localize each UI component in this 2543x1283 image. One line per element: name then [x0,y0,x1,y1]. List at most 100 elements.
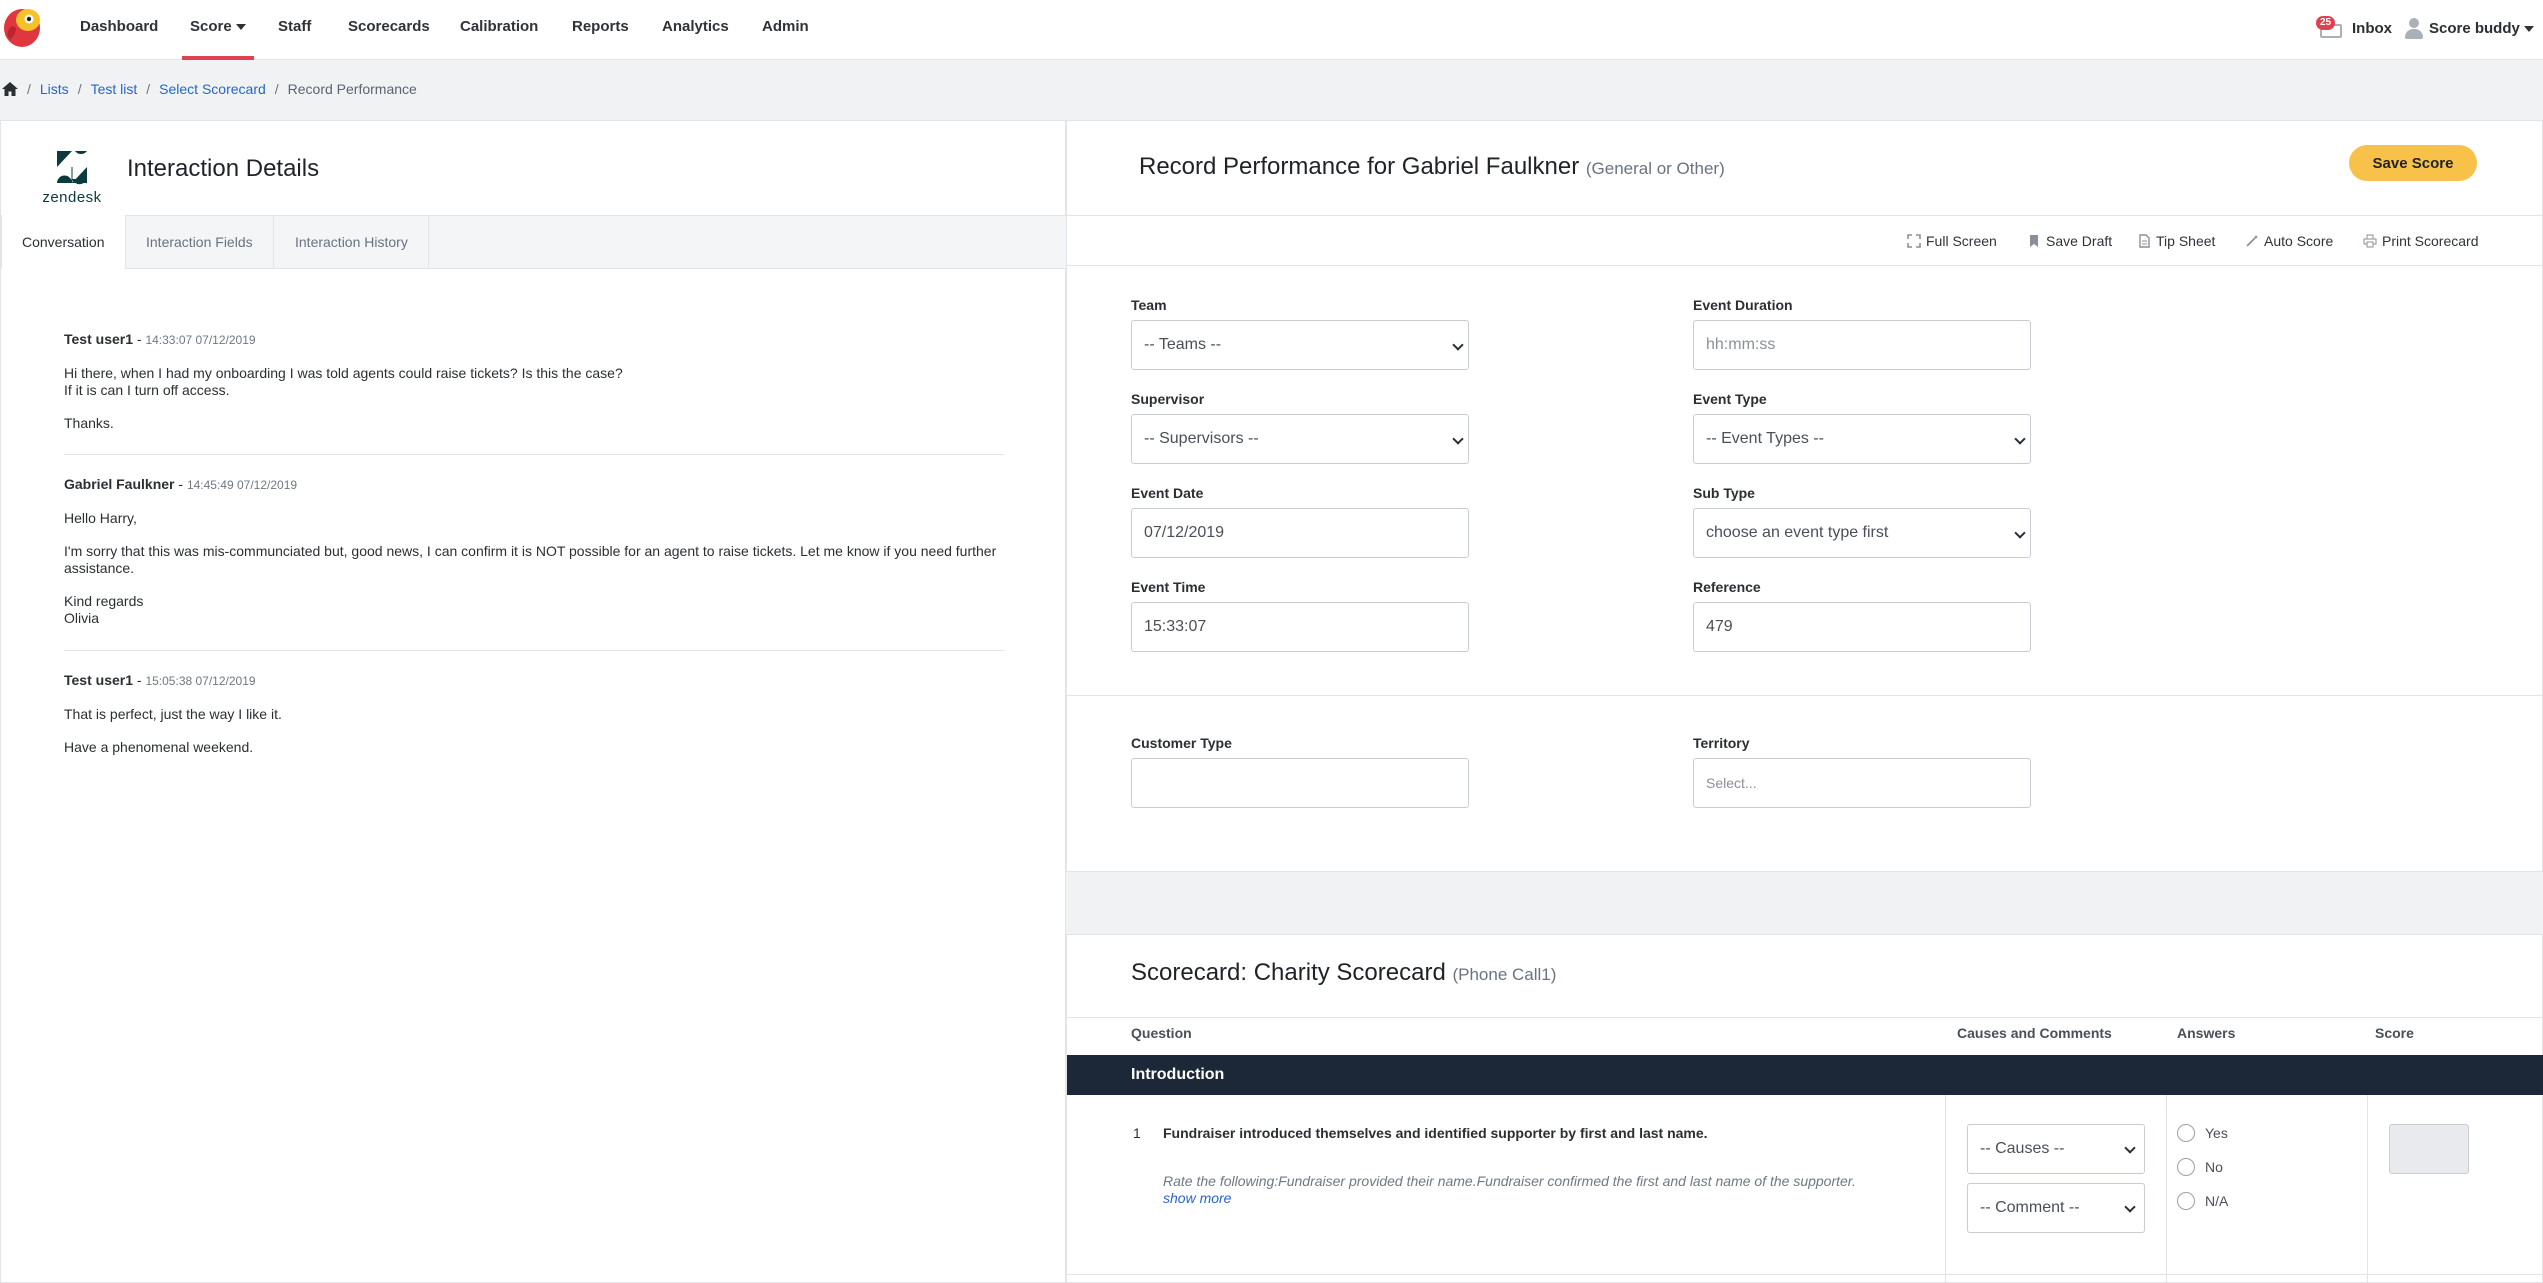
event-type-select[interactable]: -- Event Types -- [1693,414,2031,464]
customer-type-input[interactable] [1131,758,1469,808]
save-draft-button[interactable]: Save Draft [2027,230,2112,252]
tab-interaction-fields[interactable]: Interaction Fields [126,215,274,269]
tip-sheet-label: Tip Sheet [2156,233,2216,249]
sub-type-select-value: choose an event type first [1706,524,1889,541]
supervisor-select-value: -- Supervisors -- [1144,430,1259,447]
inbox-count-badge: 25 [2316,16,2336,30]
scorecard-panel: Scorecard: Charity Scorecard (Phone Call… [1066,934,2543,1283]
message-text: Have a phenomenal weekend. [64,739,254,755]
column-header-score: Score [2375,1025,2414,1041]
caret-down-icon [235,24,246,31]
reference-input[interactable]: 479 [1693,602,2031,652]
full-screen-button[interactable]: Full Screen [1907,230,1997,252]
message-text: That is perfect, just the way I like it. [64,706,282,722]
record-title-subtitle: (General or Other) [1585,159,1725,178]
chevron-down-icon [2124,1142,2136,1154]
chevron-down-icon [2014,433,2026,445]
zendesk-logo-text: zendesk [42,189,102,206]
chevron-down-icon [1452,433,1464,445]
event-duration-input[interactable]: hh:mm:ss [1693,320,2031,370]
customer-type-label: Customer Type [1131,735,1232,751]
nav-dashboard[interactable]: Dashboard [80,0,158,60]
message-author: Test user1 [64,331,133,347]
scorecard-subtitle: (Phone Call1) [1452,965,1557,984]
interaction-details-panel: zendesk Interaction Details Conversation… [0,120,1067,1283]
score-output [2389,1124,2469,1174]
team-select-value: -- Teams -- [1144,336,1222,353]
conversation-message: Test user1 - 15:05:38 07/12/2019 That is… [64,672,1004,756]
nav-score[interactable]: Score [182,0,254,60]
tab-interaction-history[interactable]: Interaction History [275,215,429,269]
answer-yes-radio[interactable]: Yes [2177,1124,2228,1142]
breadcrumb: / Lists / Test list / Select Scorecard /… [0,78,417,100]
zendesk-logo-icon [57,151,87,185]
team-label: Team [1131,297,1167,313]
territory-label: Territory [1693,735,1750,751]
divider [1067,265,2543,266]
message-divider [64,454,1004,455]
event-time-input[interactable]: 15:33:07 [1131,602,1469,652]
zendesk-logo: zendesk [39,147,105,213]
conversation-message: Test user1 - 14:33:07 07/12/2019 Hi ther… [64,331,1004,432]
user-icon [2405,18,2423,40]
nav-calibration[interactable]: Calibration [460,0,538,60]
answer-no-label: No [2205,1159,2223,1175]
breadcrumb-current: Record Performance [287,81,417,97]
save-score-button[interactable]: Save Score [2349,145,2477,181]
divider [1067,1017,2543,1018]
save-draft-label: Save Draft [2046,233,2113,249]
chevron-down-icon [2124,1201,2136,1213]
nav-score-label: Score [190,18,232,35]
message-text: I'm sorry that this was mis-communciated… [64,543,997,576]
breadcrumb-lists[interactable]: Lists [40,81,69,97]
divider [1067,1274,2543,1275]
nav-analytics[interactable]: Analytics [662,0,729,60]
answer-na-radio[interactable]: N/A [2177,1192,2228,1210]
column-divider [2367,1095,2368,1283]
bookmark-icon [2027,234,2041,248]
causes-select[interactable]: -- Causes -- [1967,1124,2145,1174]
nav-staff[interactable]: Staff [278,0,311,60]
show-more-link[interactable]: show more [1163,1190,1231,1206]
print-scorecard-button[interactable]: Print Scorecard [2363,230,2478,252]
print-scorecard-label: Print Scorecard [2382,233,2479,249]
question-text: Fundraiser introduced themselves and ide… [1163,1125,1708,1141]
supervisor-label: Supervisor [1131,391,1205,407]
tip-sheet-button[interactable]: Tip Sheet [2137,230,2215,252]
interaction-details-title: Interaction Details [127,155,320,182]
breadcrumb-test-list[interactable]: Test list [91,81,138,97]
nav-admin[interactable]: Admin [762,0,809,60]
event-date-label: Event Date [1131,485,1204,501]
territory-select[interactable]: Select... [1693,758,2031,808]
comment-select[interactable]: -- Comment -- [1967,1183,2145,1233]
event-type-select-value: -- Event Types -- [1706,430,1824,447]
question-description: Rate the following:Fundraiser provided t… [1163,1173,1863,1207]
nav-scorecards[interactable]: Scorecards [348,0,430,60]
comment-select-value: -- Comment -- [1980,1199,2080,1216]
parrot-logo-icon[interactable] [2,6,42,50]
answer-yes-label: Yes [2205,1125,2228,1141]
section-header-introduction: Introduction [1067,1055,2543,1095]
message-text: Kind regards Olivia [64,593,144,626]
auto-score-button[interactable]: Auto Score [2245,230,2333,252]
home-icon[interactable] [2,82,18,96]
breadcrumb-select-scorecard[interactable]: Select Scorecard [159,81,266,97]
nav-reports[interactable]: Reports [572,0,629,60]
supervisor-select[interactable]: -- Supervisors -- [1131,414,1469,464]
record-title-text: Record Performance for Gabriel Faulkner [1139,153,1580,180]
message-text: Thanks. [64,415,114,431]
radio-circle-icon [2177,1124,2195,1142]
auto-score-label: Auto Score [2264,233,2334,249]
chevron-down-icon [1452,339,1464,351]
team-select[interactable]: -- Teams -- [1131,320,1469,370]
event-duration-label: Event Duration [1693,297,1793,313]
column-divider [2166,1095,2167,1283]
event-time-label: Event Time [1131,579,1206,595]
message-timestamp: 14:33:07 07/12/2019 [145,333,256,347]
answer-no-radio[interactable]: No [2177,1158,2223,1176]
tab-conversation[interactable]: Conversation [1,215,126,269]
event-type-label: Event Type [1693,391,1767,407]
magic-wand-icon [2245,234,2259,248]
event-date-input[interactable]: 07/12/2019 [1131,508,1469,558]
sub-type-select[interactable]: choose an event type first [1693,508,2031,558]
